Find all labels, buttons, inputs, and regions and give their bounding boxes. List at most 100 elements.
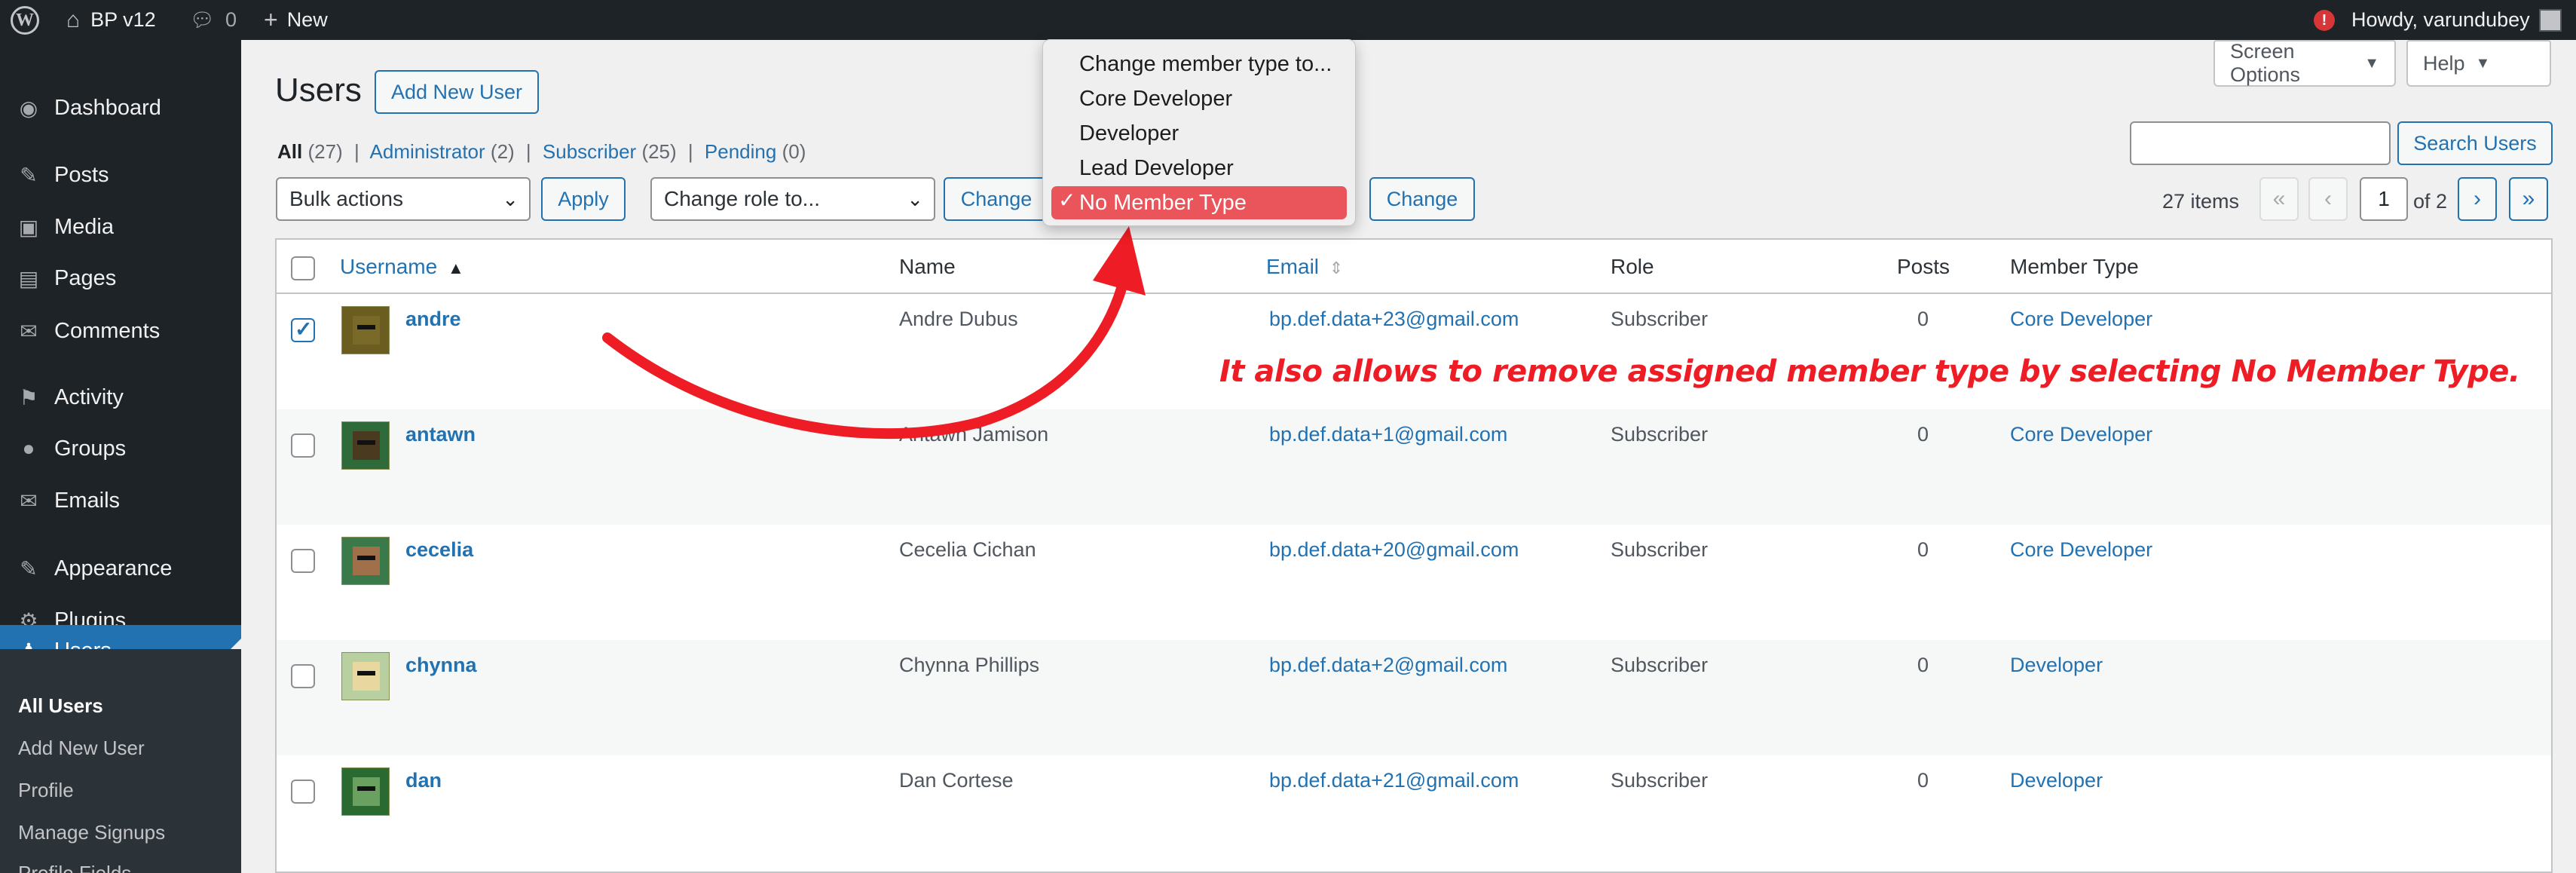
first-page-button: « [2259,177,2299,221]
col-email-label: Email [1266,255,1320,278]
search-users-button[interactable]: Search Users [2397,121,2553,165]
submenu-all-users[interactable]: All Users [18,694,103,718]
username-link[interactable]: cecelia [405,538,473,562]
submenu-add-new-user[interactable]: Add New User [18,737,145,760]
caret-down-icon: ▼ [2475,54,2491,72]
submenu-manage-signups[interactable]: Manage Signups [18,821,165,844]
menu-emails[interactable]: ✉ Emails [0,478,241,523]
user-name: Dan Cortese [899,769,1014,792]
menu-appearance[interactable]: ✎ Appearance [0,546,241,591]
username-link[interactable]: andre [405,308,461,331]
filter-all[interactable]: All [277,140,302,163]
menu-pages[interactable]: ▤ Pages [0,256,241,301]
last-page-button[interactable]: » [2509,177,2548,221]
user-member-type[interactable]: Developer [2010,654,2103,677]
search-input[interactable] [2130,121,2391,165]
user-member-type[interactable]: Core Developer [2010,308,2152,331]
dropdown-option[interactable]: Change member type to... [1079,52,1332,77]
filter-subscriber[interactable]: Subscriber [543,140,636,163]
user-role: Subscriber [1611,308,1709,330]
site-name-link[interactable]: ⌂ BP v12 [66,0,156,40]
user-email[interactable]: bp.def.data+20@gmail.com [1269,538,1519,562]
user-role: Subscriber [1611,769,1709,792]
col-email[interactable]: Email ⇕ [1266,255,1343,279]
username-link[interactable]: antawn [405,423,476,446]
annotation-text: It also allows to remove assigned member… [1219,354,2520,389]
row-checkbox[interactable] [291,433,315,458]
filter-all-count: (27) [307,140,343,163]
menu-posts[interactable]: ✎ Posts [0,152,241,198]
filter-sub-count: (25) [641,140,677,163]
user-email[interactable]: bp.def.data+23@gmail.com [1269,308,1519,331]
row-checkbox[interactable] [291,549,315,573]
row-checkbox[interactable] [291,664,315,688]
role-filter-links: All (27) | Administrator (2) | Subscribe… [277,140,806,164]
menu-activity[interactable]: ⚑ Activity [0,375,241,420]
col-username[interactable]: Username ▲ [340,255,464,279]
user-member-type[interactable]: Developer [2010,769,2103,792]
menu-dashboard[interactable]: ◉ Dashboard [0,85,241,130]
username-link[interactable]: dan [405,769,442,792]
user-posts[interactable]: 0 [1917,308,1929,331]
filter-admin-count: (2) [490,140,515,163]
change-member-type-button[interactable]: Change [1369,177,1475,221]
next-page-button[interactable]: › [2458,177,2497,221]
user-posts[interactable]: 0 [1917,654,1929,677]
select-all-checkbox[interactable] [291,256,315,280]
user-role: Subscriber [1611,538,1709,561]
user-email[interactable]: bp.def.data+1@gmail.com [1269,423,1507,446]
user-name: Cecelia Cichan [899,538,1036,561]
dropdown-option[interactable]: Developer [1079,121,1179,146]
dropdown-option[interactable]: Core Developer [1079,87,1232,112]
user-name: Antawn Jamison [899,423,1049,446]
dropdown-option[interactable]: Lead Developer [1079,156,1234,181]
change-role-select[interactable]: Change role to... ⌄ [650,177,935,221]
user-avatar [341,652,390,700]
user-email[interactable]: bp.def.data+2@gmail.com [1269,654,1507,677]
user-email[interactable]: bp.def.data+21@gmail.com [1269,769,1519,792]
col-username-label: Username [340,255,438,278]
bulk-actions-select[interactable]: Bulk actions ⌄ [276,177,531,221]
comments-link[interactable]: 💬︎ 0 [190,0,237,40]
change-role-button[interactable]: Change [944,177,1049,221]
checkmark-icon: ✓ [1058,188,1076,212]
users-table: Username ▲ Name Email ⇕ Role Posts Membe… [275,238,2553,873]
screen-options-button[interactable]: Screen Options ▼ [2213,40,2396,87]
separator: | [353,140,359,163]
home-icon: ⌂ [66,7,81,32]
submenu-profile-fields[interactable]: Profile Fields [18,862,131,873]
caret-down-icon: ▼ [2364,54,2379,72]
col-posts: Posts [1897,255,1950,278]
menu-groups[interactable]: ● Groups [0,426,241,471]
row-checkbox[interactable] [291,317,315,342]
appearance-icon: ✎ [20,556,38,580]
menu-comments[interactable]: ✉ Comments [0,308,241,354]
table-header: Username ▲ Name Email ⇕ Role Posts Membe… [277,240,2551,294]
apply-button[interactable]: Apply [541,177,626,221]
user-posts[interactable]: 0 [1917,423,1929,446]
table-row: cecelia Cecelia Cichan bp.def.data+20@gm… [277,525,2551,640]
new-content-link[interactable]: + New [264,0,328,40]
wordpress-logo-icon[interactable]: W [11,6,39,35]
account-menu[interactable]: ! Howdy, varundubey [2314,0,2562,40]
menu-label: Comments [54,318,161,343]
dashboard-icon: ◉ [19,96,38,120]
submenu-profile[interactable]: Profile [18,779,74,802]
user-posts[interactable]: 0 [1917,769,1929,792]
row-checkbox[interactable] [291,780,315,804]
user-member-type[interactable]: Core Developer [2010,538,2152,562]
filter-administrator[interactable]: Administrator [370,140,485,163]
help-button[interactable]: Help ▼ [2406,40,2551,87]
username-link[interactable]: chynna [405,654,477,677]
alert-icon[interactable]: ! [2314,9,2335,31]
current-page-input[interactable]: 1 [2360,177,2408,221]
menu-media[interactable]: ▣ Media [0,204,241,250]
screen-options-label: Screen Options [2230,40,2301,86]
table-row: dan Dan Cortese bp.def.data+21@gmail.com… [277,755,2551,871]
user-member-type[interactable]: Core Developer [2010,423,2152,446]
filter-pending[interactable]: Pending [705,140,776,163]
col-name: Name [899,255,956,278]
add-new-user-button[interactable]: Add New User [375,70,539,114]
user-posts[interactable]: 0 [1917,538,1929,562]
pin-icon: ✎ [20,163,38,187]
